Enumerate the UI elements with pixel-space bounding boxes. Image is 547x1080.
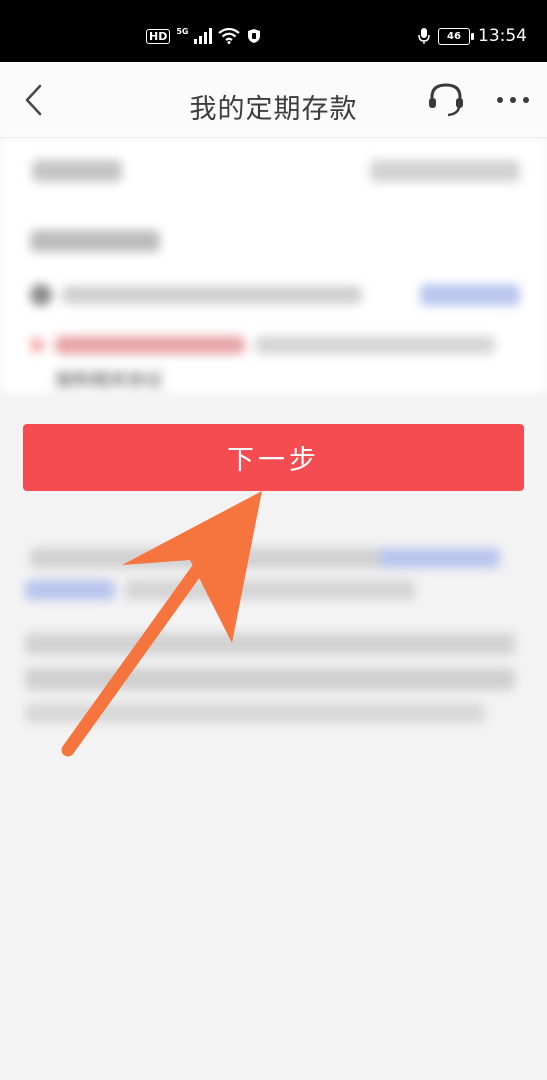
hd-badge: HD — [146, 28, 171, 44]
status-left-group: HD 5G — [146, 26, 262, 44]
network-type-label: 5G — [176, 26, 189, 36]
more-icon[interactable] — [495, 90, 531, 110]
clock: 13:54 — [478, 26, 527, 46]
mic-icon — [418, 28, 430, 44]
signal-icon — [194, 28, 213, 44]
blurred-text: 接和相关协议 — [55, 370, 163, 391]
next-step-button[interactable]: 下一步 — [23, 424, 524, 491]
headset-icon[interactable] — [426, 80, 466, 120]
blurred-card: 接和相关协议 — [0, 138, 547, 393]
battery-icon: 46 — [438, 27, 474, 45]
wifi-icon — [218, 28, 241, 44]
app-header: 我的定期存款 — [0, 62, 547, 138]
status-bar: HD 5G 46 13:54 — [0, 0, 547, 62]
status-right-group: 46 13:54 — [418, 26, 527, 46]
hand-shield-icon — [248, 29, 261, 43]
